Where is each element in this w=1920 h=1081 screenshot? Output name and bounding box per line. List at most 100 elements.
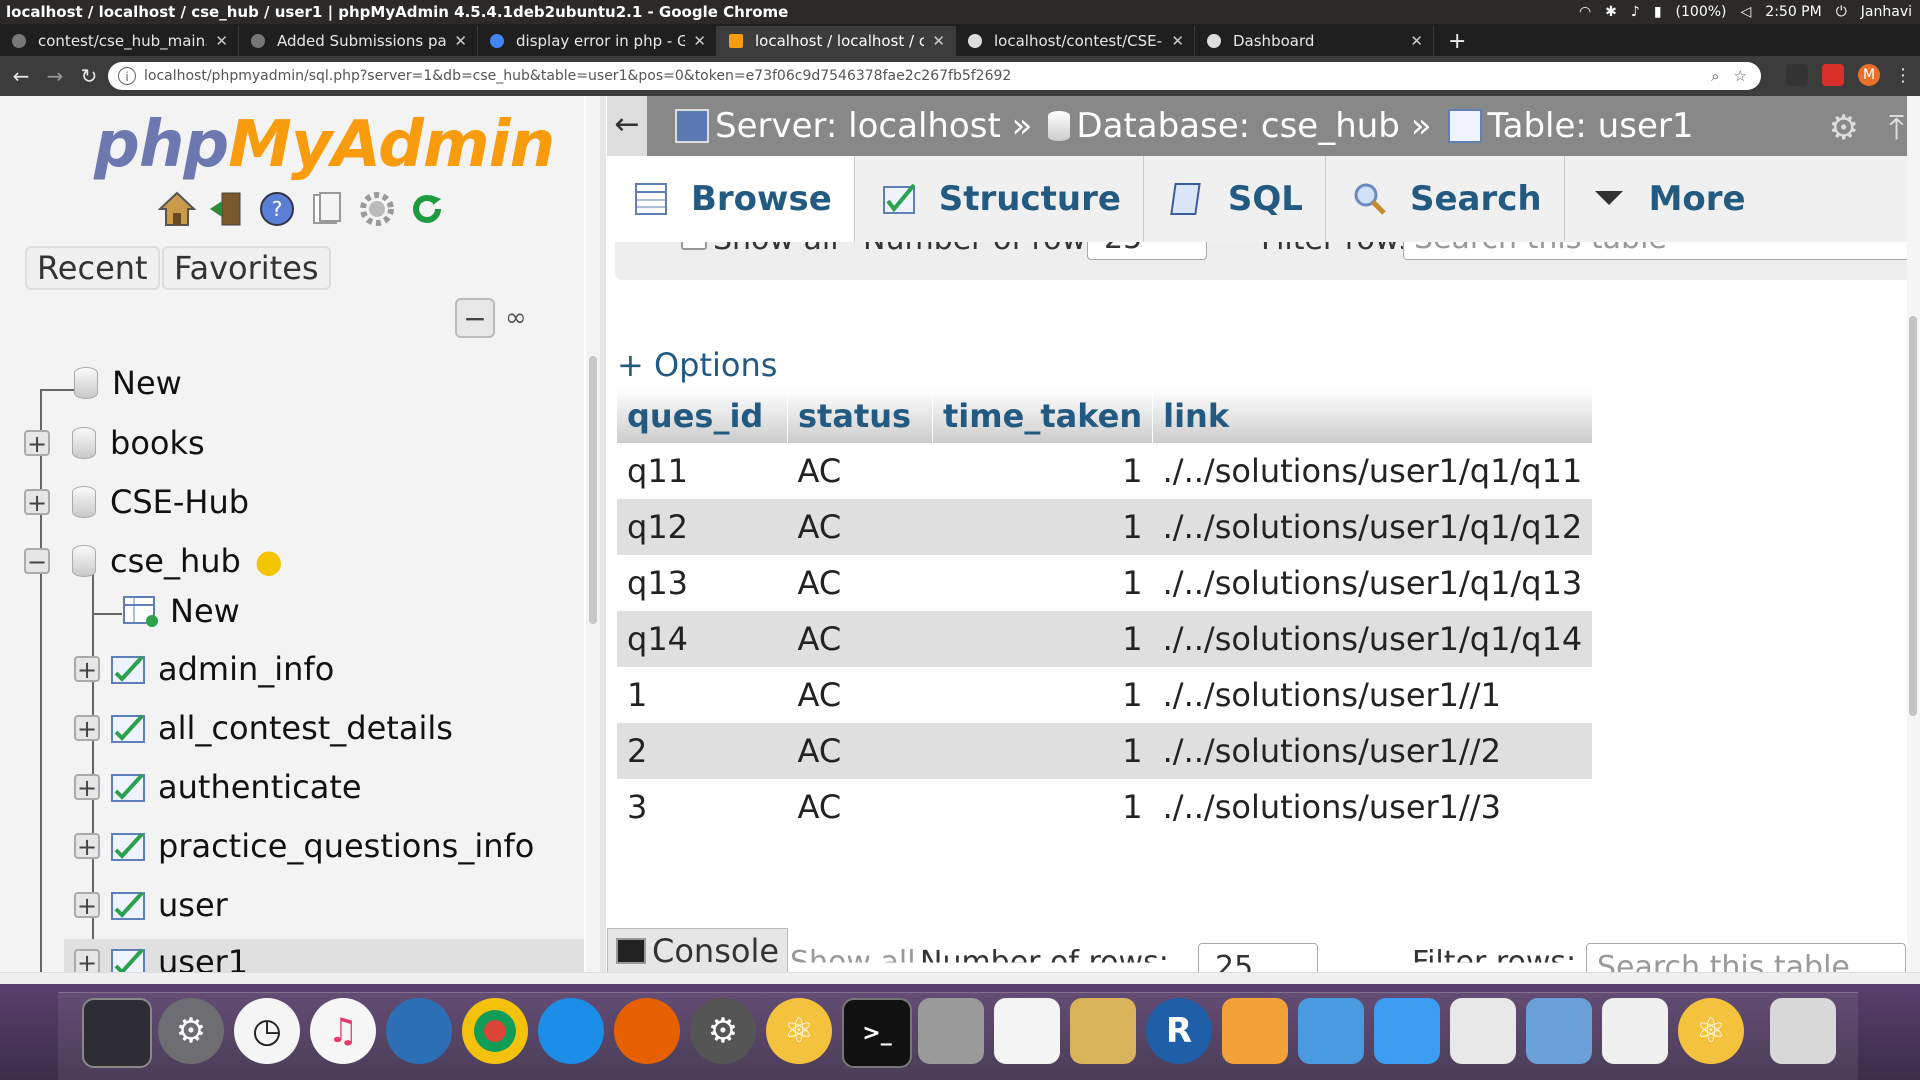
- cell-ques-id[interactable]: 3: [617, 779, 788, 835]
- lightbulb-icon[interactable]: ●: [255, 542, 283, 580]
- new-tab-button[interactable]: +: [1434, 29, 1478, 56]
- browser-tab[interactable]: localhost/contest/CSE-Hu ✕: [956, 26, 1195, 56]
- cell-status[interactable]: AC: [788, 443, 933, 499]
- menu-kebab-icon[interactable]: ⋮: [1894, 65, 1912, 86]
- documentation-icon[interactable]: [308, 190, 346, 228]
- browser-tab[interactable]: Added Submissions page ✕: [239, 26, 478, 56]
- rows-per-page-select[interactable]: 25: [1087, 242, 1207, 260]
- tree-item-new-table[interactable]: New: [122, 588, 240, 634]
- navigation-scrollbar[interactable]: [586, 96, 600, 972]
- settings-gear-icon[interactable]: ⚙: [1828, 108, 1858, 148]
- notification-bell-icon[interactable]: ♪: [1631, 4, 1640, 20]
- cell-time-taken[interactable]: 1: [933, 555, 1153, 611]
- browser-tab[interactable]: contest/cse_hub_main.sq ✕: [0, 26, 239, 56]
- tree-item-admin-info[interactable]: + admin_info: [74, 646, 334, 692]
- back-arrow-icon[interactable]: ←: [607, 96, 647, 156]
- text-editor-icon[interactable]: [994, 998, 1060, 1064]
- cell-status[interactable]: AC: [788, 555, 933, 611]
- clock[interactable]: 2:50 PM: [1765, 4, 1821, 20]
- tree-item-new-database[interactable]: New: [74, 360, 182, 406]
- cell-ques-id[interactable]: 1: [617, 667, 788, 723]
- close-icon[interactable]: ✕: [932, 32, 945, 50]
- tab-more[interactable]: More: [1565, 156, 1768, 242]
- battery-icon[interactable]: ▮: [1654, 4, 1662, 20]
- wifi-icon[interactable]: ◠: [1579, 4, 1591, 20]
- settings-gear-icon[interactable]: [358, 190, 396, 228]
- column-header-status[interactable]: status: [787, 389, 933, 443]
- cell-status[interactable]: AC: [787, 499, 933, 555]
- tree-item-csehub[interactable]: + CSE-Hub: [24, 479, 249, 525]
- expand-icon[interactable]: +: [74, 774, 100, 800]
- chrome-icon[interactable]: [462, 998, 528, 1064]
- volume-icon[interactable]: ◁: [1741, 4, 1752, 20]
- photos-icon[interactable]: [1526, 998, 1592, 1064]
- tree-item-all-contest-details[interactable]: + all_contest_details: [74, 705, 453, 751]
- filter-rows-input[interactable]: Search this table: [1403, 242, 1907, 260]
- mission-control-icon[interactable]: [82, 998, 152, 1068]
- cell-status[interactable]: AC: [787, 723, 933, 779]
- main-scrollbar[interactable]: [1907, 96, 1920, 972]
- back-arrow-icon[interactable]: ←: [8, 64, 34, 88]
- browser-tab-active[interactable]: localhost / localhost / cse ✕: [717, 26, 956, 56]
- cell-time-taken[interactable]: 1: [933, 667, 1153, 723]
- cell-time-taken[interactable]: 1: [933, 443, 1153, 499]
- collapse-all-icon[interactable]: −: [455, 298, 495, 338]
- forward-arrow-icon[interactable]: →: [42, 64, 68, 88]
- edge-browser-icon[interactable]: [538, 998, 604, 1064]
- breadcrumb-database[interactable]: Database: cse_hub »: [1076, 106, 1431, 146]
- table-row[interactable]: 2 AC 1 ./../solutions/user1//2: [617, 723, 1593, 779]
- cell-ques-id[interactable]: q11: [617, 443, 788, 499]
- browser-tab[interactable]: display error in php - Goog ✕: [478, 26, 717, 56]
- disk-utility-icon[interactable]: [918, 998, 984, 1064]
- tree-item-user1[interactable]: + user1: [64, 939, 584, 972]
- tree-item-user[interactable]: + user: [74, 882, 228, 928]
- url-text[interactable]: localhost/phpmyadmin/sql.php?server=1&db…: [144, 68, 1711, 84]
- home-icon[interactable]: [158, 190, 196, 228]
- close-icon[interactable]: ✕: [1171, 32, 1184, 50]
- cell-status[interactable]: AC: [788, 667, 933, 723]
- collapse-top-icon[interactable]: ⤒: [1889, 108, 1904, 148]
- tab-structure[interactable]: Structure: [855, 156, 1144, 242]
- atom-icon[interactable]: ⚛: [1678, 998, 1744, 1064]
- recent-button[interactable]: Recent: [25, 246, 160, 290]
- cell-link[interactable]: ./../solutions/user1//1: [1153, 667, 1593, 723]
- keynote-icon[interactable]: [1450, 998, 1516, 1064]
- profile-avatar[interactable]: M: [1858, 64, 1880, 86]
- address-bar[interactable]: i localhost/phpmyadmin/sql.php?server=1&…: [108, 62, 1761, 90]
- browser-tab[interactable]: Dashboard ✕: [1195, 26, 1434, 56]
- cell-link[interactable]: ./../solutions/user1//2: [1152, 723, 1593, 779]
- cell-link[interactable]: ./../solutions/user1/q1/q13: [1153, 555, 1593, 611]
- cell-status[interactable]: AC: [788, 779, 933, 835]
- close-icon[interactable]: ✕: [693, 32, 706, 50]
- cell-link[interactable]: ./../solutions/user1/q1/q14: [1152, 611, 1593, 667]
- extension-icon[interactable]: [1786, 64, 1808, 86]
- tree-item-authenticate[interactable]: + authenticate: [74, 764, 362, 810]
- console-toggle[interactable]: Console: [607, 928, 789, 973]
- tab-search[interactable]: Search: [1326, 156, 1565, 242]
- r-language-icon[interactable]: R: [1146, 998, 1212, 1064]
- table-row[interactable]: q11 AC 1 ./../solutions/user1/q1/q11: [617, 443, 1592, 499]
- charts-icon[interactable]: [1298, 998, 1364, 1064]
- cell-link[interactable]: ./../solutions/user1//3: [1153, 779, 1593, 835]
- phpmyadmin-logo[interactable]: phpMyAdmin: [94, 108, 555, 182]
- extension-icon[interactable]: [1822, 64, 1844, 86]
- tab-sql[interactable]: SQL: [1144, 156, 1326, 242]
- expand-icon[interactable]: +: [24, 489, 50, 515]
- cell-link[interactable]: ./../solutions/user1/q1/q11: [1153, 443, 1593, 499]
- scrollbar-thumb[interactable]: [1909, 316, 1917, 716]
- cell-status[interactable]: AC: [787, 611, 933, 667]
- logout-icon[interactable]: [208, 190, 246, 228]
- favorites-button[interactable]: Favorites: [162, 246, 331, 290]
- tree-item-practice-questions-info[interactable]: + practice_questions_info: [74, 823, 534, 869]
- cell-ques-id[interactable]: q13: [617, 555, 788, 611]
- expand-icon[interactable]: +: [74, 892, 100, 918]
- reload-navigation-icon[interactable]: [408, 190, 446, 228]
- calendar-icon[interactable]: [1602, 998, 1668, 1064]
- table-row[interactable]: 3 AC 1 ./../solutions/user1//3: [617, 779, 1592, 835]
- cell-ques-id[interactable]: q12: [617, 499, 788, 555]
- cell-link[interactable]: ./../solutions/user1/q1/q12: [1152, 499, 1593, 555]
- breadcrumb-table[interactable]: Table: user1: [1488, 106, 1694, 146]
- column-header-ques-id[interactable]: ques_id: [617, 389, 788, 443]
- scrollbar-thumb[interactable]: [589, 356, 597, 624]
- info-icon[interactable]: i: [118, 67, 136, 85]
